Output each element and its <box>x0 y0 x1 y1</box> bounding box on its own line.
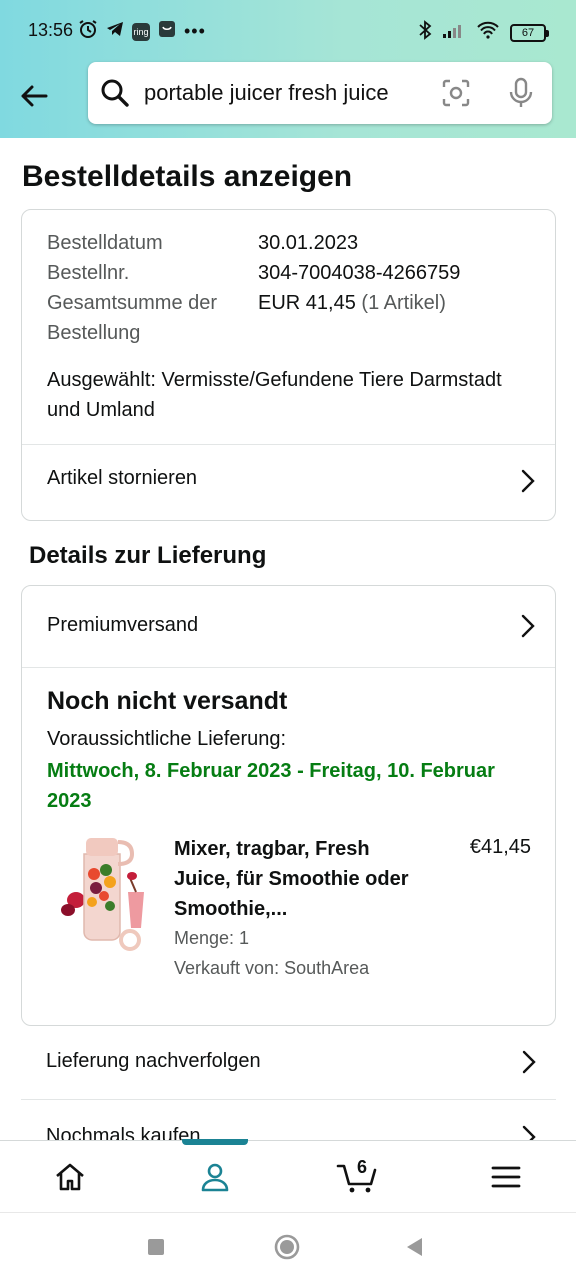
nav-menu[interactable] <box>466 1141 546 1213</box>
shipping-method-label: Premiumversand <box>47 614 199 636</box>
order-date-value: 30.01.2023 <box>258 232 359 254</box>
back-arrow-icon <box>21 85 48 107</box>
camera-search-icon[interactable] <box>440 77 472 114</box>
nav-home[interactable] <box>30 1141 110 1213</box>
wifi-icon <box>476 21 500 44</box>
home-system-button[interactable] <box>273 1233 301 1266</box>
buy-again-button[interactable]: Nochmals kaufen <box>21 1101 556 1140</box>
shipment-status: Noch nicht versandt <box>47 687 288 715</box>
order-details-content[interactable]: Bestelldetails anzeigen Bestelldatum 30.… <box>0 138 576 1140</box>
order-item-count: (1 Artikel) <box>361 292 446 314</box>
eta-label: Voraussichtliche Lieferung: <box>47 728 287 750</box>
shipping-method-button[interactable]: Premiumversand <box>22 586 555 667</box>
search-icon[interactable] <box>100 78 130 113</box>
alarm-icon <box>78 19 98 44</box>
selected-recipient: Ausgewählt: Vermisste/Gefundene Tiere Da… <box>47 369 502 421</box>
order-total-value: EUR 41,45 <box>258 292 356 314</box>
bottom-navigation: 6 <box>0 1139 576 1213</box>
order-number-value: 304-7004038-4266759 <box>258 262 461 284</box>
product-image[interactable] <box>44 830 152 954</box>
product-seller: Verkauft von: SouthArea <box>174 958 370 978</box>
delivery-card: Premiumversand Noch nicht versandt Vorau… <box>21 585 556 1026</box>
app-notification-icon <box>158 20 176 43</box>
search-query-text[interactable]: portable juicer fresh juice <box>144 80 389 106</box>
page-title: Bestelldetails anzeigen <box>22 160 353 193</box>
signal-icon <box>442 21 466 44</box>
nav-account[interactable] <box>175 1141 255 1213</box>
chevron-right-icon <box>522 1050 536 1079</box>
track-delivery-label: Lieferung nachverfolgen <box>46 1050 261 1072</box>
bluetooth-icon <box>418 20 432 45</box>
system-navigation-bar <box>0 1212 576 1280</box>
ring-app-icon: ring <box>132 22 150 41</box>
more-notifications-icon: ••• <box>184 21 206 41</box>
product-title[interactable]: Mixer, tragbar, Fresh Juice, für Smoothi… <box>174 834 414 924</box>
product-price: €41,45 <box>469 836 531 858</box>
recents-button[interactable] <box>147 1238 165 1261</box>
search-input[interactable]: portable juicer fresh juice <box>88 62 552 124</box>
chevron-right-icon <box>521 469 535 498</box>
microphone-icon[interactable] <box>506 76 536 115</box>
order-summary-card: Bestelldatum 30.01.2023 Bestellnr. 304-7… <box>21 209 556 521</box>
order-date-label: Bestelldatum <box>47 232 163 254</box>
circle-icon <box>274 1234 300 1260</box>
cancel-items-button[interactable]: Artikel stornieren <box>22 445 555 517</box>
status-bar: 13:56 ring ••• 67 <box>0 0 576 62</box>
cancel-items-label: Artikel stornieren <box>47 467 198 489</box>
cart-count-badge: 6 <box>357 1157 368 1177</box>
order-total-label: Gesamtsumme der Bestellung <box>47 292 218 344</box>
person-icon <box>201 1163 229 1192</box>
back-system-button[interactable] <box>404 1236 424 1263</box>
track-delivery-button[interactable]: Lieferung nachverfolgen <box>21 1026 556 1100</box>
eta-dates: Mittwoch, 8. Februar 2023 - Freitag, 10.… <box>47 760 495 812</box>
chevron-right-icon <box>522 1125 536 1140</box>
search-header: portable juicer fresh juice <box>0 62 576 138</box>
hamburger-menu-icon <box>491 1166 521 1188</box>
order-total: EUR 41,45 (1 Artikel) <box>258 288 446 318</box>
home-icon <box>56 1163 84 1191</box>
status-time: 13:56 <box>28 20 74 40</box>
battery-icon: 67 <box>510 23 549 42</box>
delivery-section-title: Details zur Lieferung <box>29 542 267 569</box>
chevron-right-icon <box>521 614 535 643</box>
square-icon <box>148 1239 164 1255</box>
product-quantity: Menge: 1 <box>174 928 250 948</box>
buy-again-label: Nochmals kaufen <box>46 1125 201 1140</box>
back-button[interactable] <box>14 76 54 116</box>
divider <box>22 667 555 668</box>
telegram-icon <box>106 20 124 43</box>
order-number-label: Bestellnr. <box>47 262 130 284</box>
triangle-back-icon <box>407 1238 422 1256</box>
